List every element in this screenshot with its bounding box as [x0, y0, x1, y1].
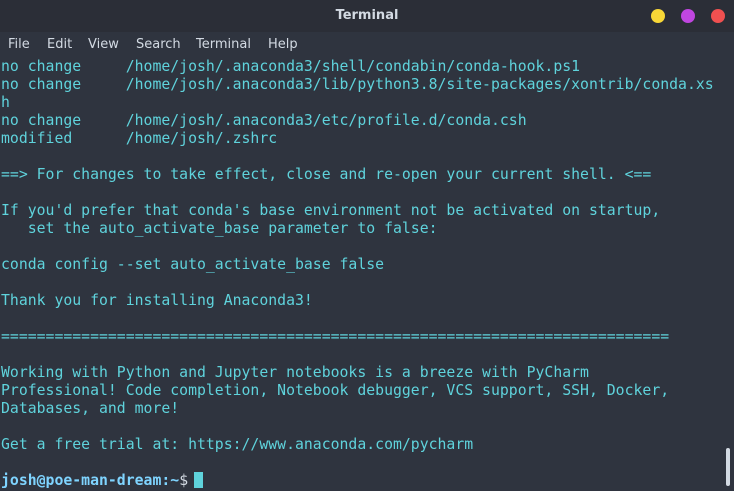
scrollbar-thumb[interactable] — [726, 448, 730, 486]
terminal-line: no change /home/josh/.anaconda3/etc/prof… — [1, 112, 527, 129]
terminal-line: set the auto_activate_base parameter to … — [1, 220, 438, 237]
prompt-line[interactable]: josh@poe-man-dream:~$ — [1, 472, 204, 490]
terminal-window: Terminal File Edit View Search Terminal … — [0, 0, 734, 491]
terminal-line: Get a free trial at: https://www.anacond… — [1, 436, 474, 453]
close-button[interactable] — [711, 9, 725, 23]
terminal-line: h — [1, 94, 10, 111]
terminal-line: no change /home/josh/.anaconda3/shell/co… — [1, 58, 581, 75]
title-bar[interactable]: Terminal — [0, 0, 734, 32]
terminal-line: Databases, and more! — [1, 400, 180, 417]
menu-search[interactable]: Search — [136, 37, 181, 52]
menu-terminal[interactable]: Terminal — [196, 37, 251, 52]
menu-edit[interactable]: Edit — [47, 37, 72, 52]
terminal-line: conda config --set auto_activate_base fa… — [1, 256, 385, 273]
terminal-line: ========================================… — [1, 328, 670, 345]
terminal-line: no change /home/josh/.anaconda3/lib/pyth… — [1, 76, 714, 93]
terminal-line: modified /home/josh/.zshrc — [1, 130, 278, 147]
minimize-button[interactable] — [651, 9, 665, 23]
terminal-line: Professional! Code completion, Notebook … — [1, 382, 670, 399]
maximize-button[interactable] — [681, 9, 695, 23]
window-title: Terminal — [335, 8, 399, 23]
scrollbar[interactable] — [722, 58, 734, 491]
terminal-line: ==> For changes to take effect, close an… — [1, 166, 652, 183]
prompt-path: :~ — [161, 472, 180, 489]
prompt-symbol: $ — [179, 472, 189, 489]
terminal-output[interactable]: no change /home/josh/.anaconda3/shell/co… — [0, 58, 722, 491]
text-cursor — [194, 472, 204, 488]
prompt-user-host: josh@poe-man-dream — [1, 472, 162, 489]
terminal-line: If you'd prefer that conda's base enviro… — [1, 202, 661, 219]
terminal-line: Working with Python and Jupyter notebook… — [1, 364, 589, 381]
menu-file[interactable]: File — [8, 37, 30, 52]
menu-bar: File Edit View Search Terminal Help — [0, 32, 734, 58]
menu-view[interactable]: View — [88, 37, 119, 52]
terminal-line: Thank you for installing Anaconda3! — [1, 292, 313, 309]
menu-help[interactable]: Help — [268, 37, 298, 52]
